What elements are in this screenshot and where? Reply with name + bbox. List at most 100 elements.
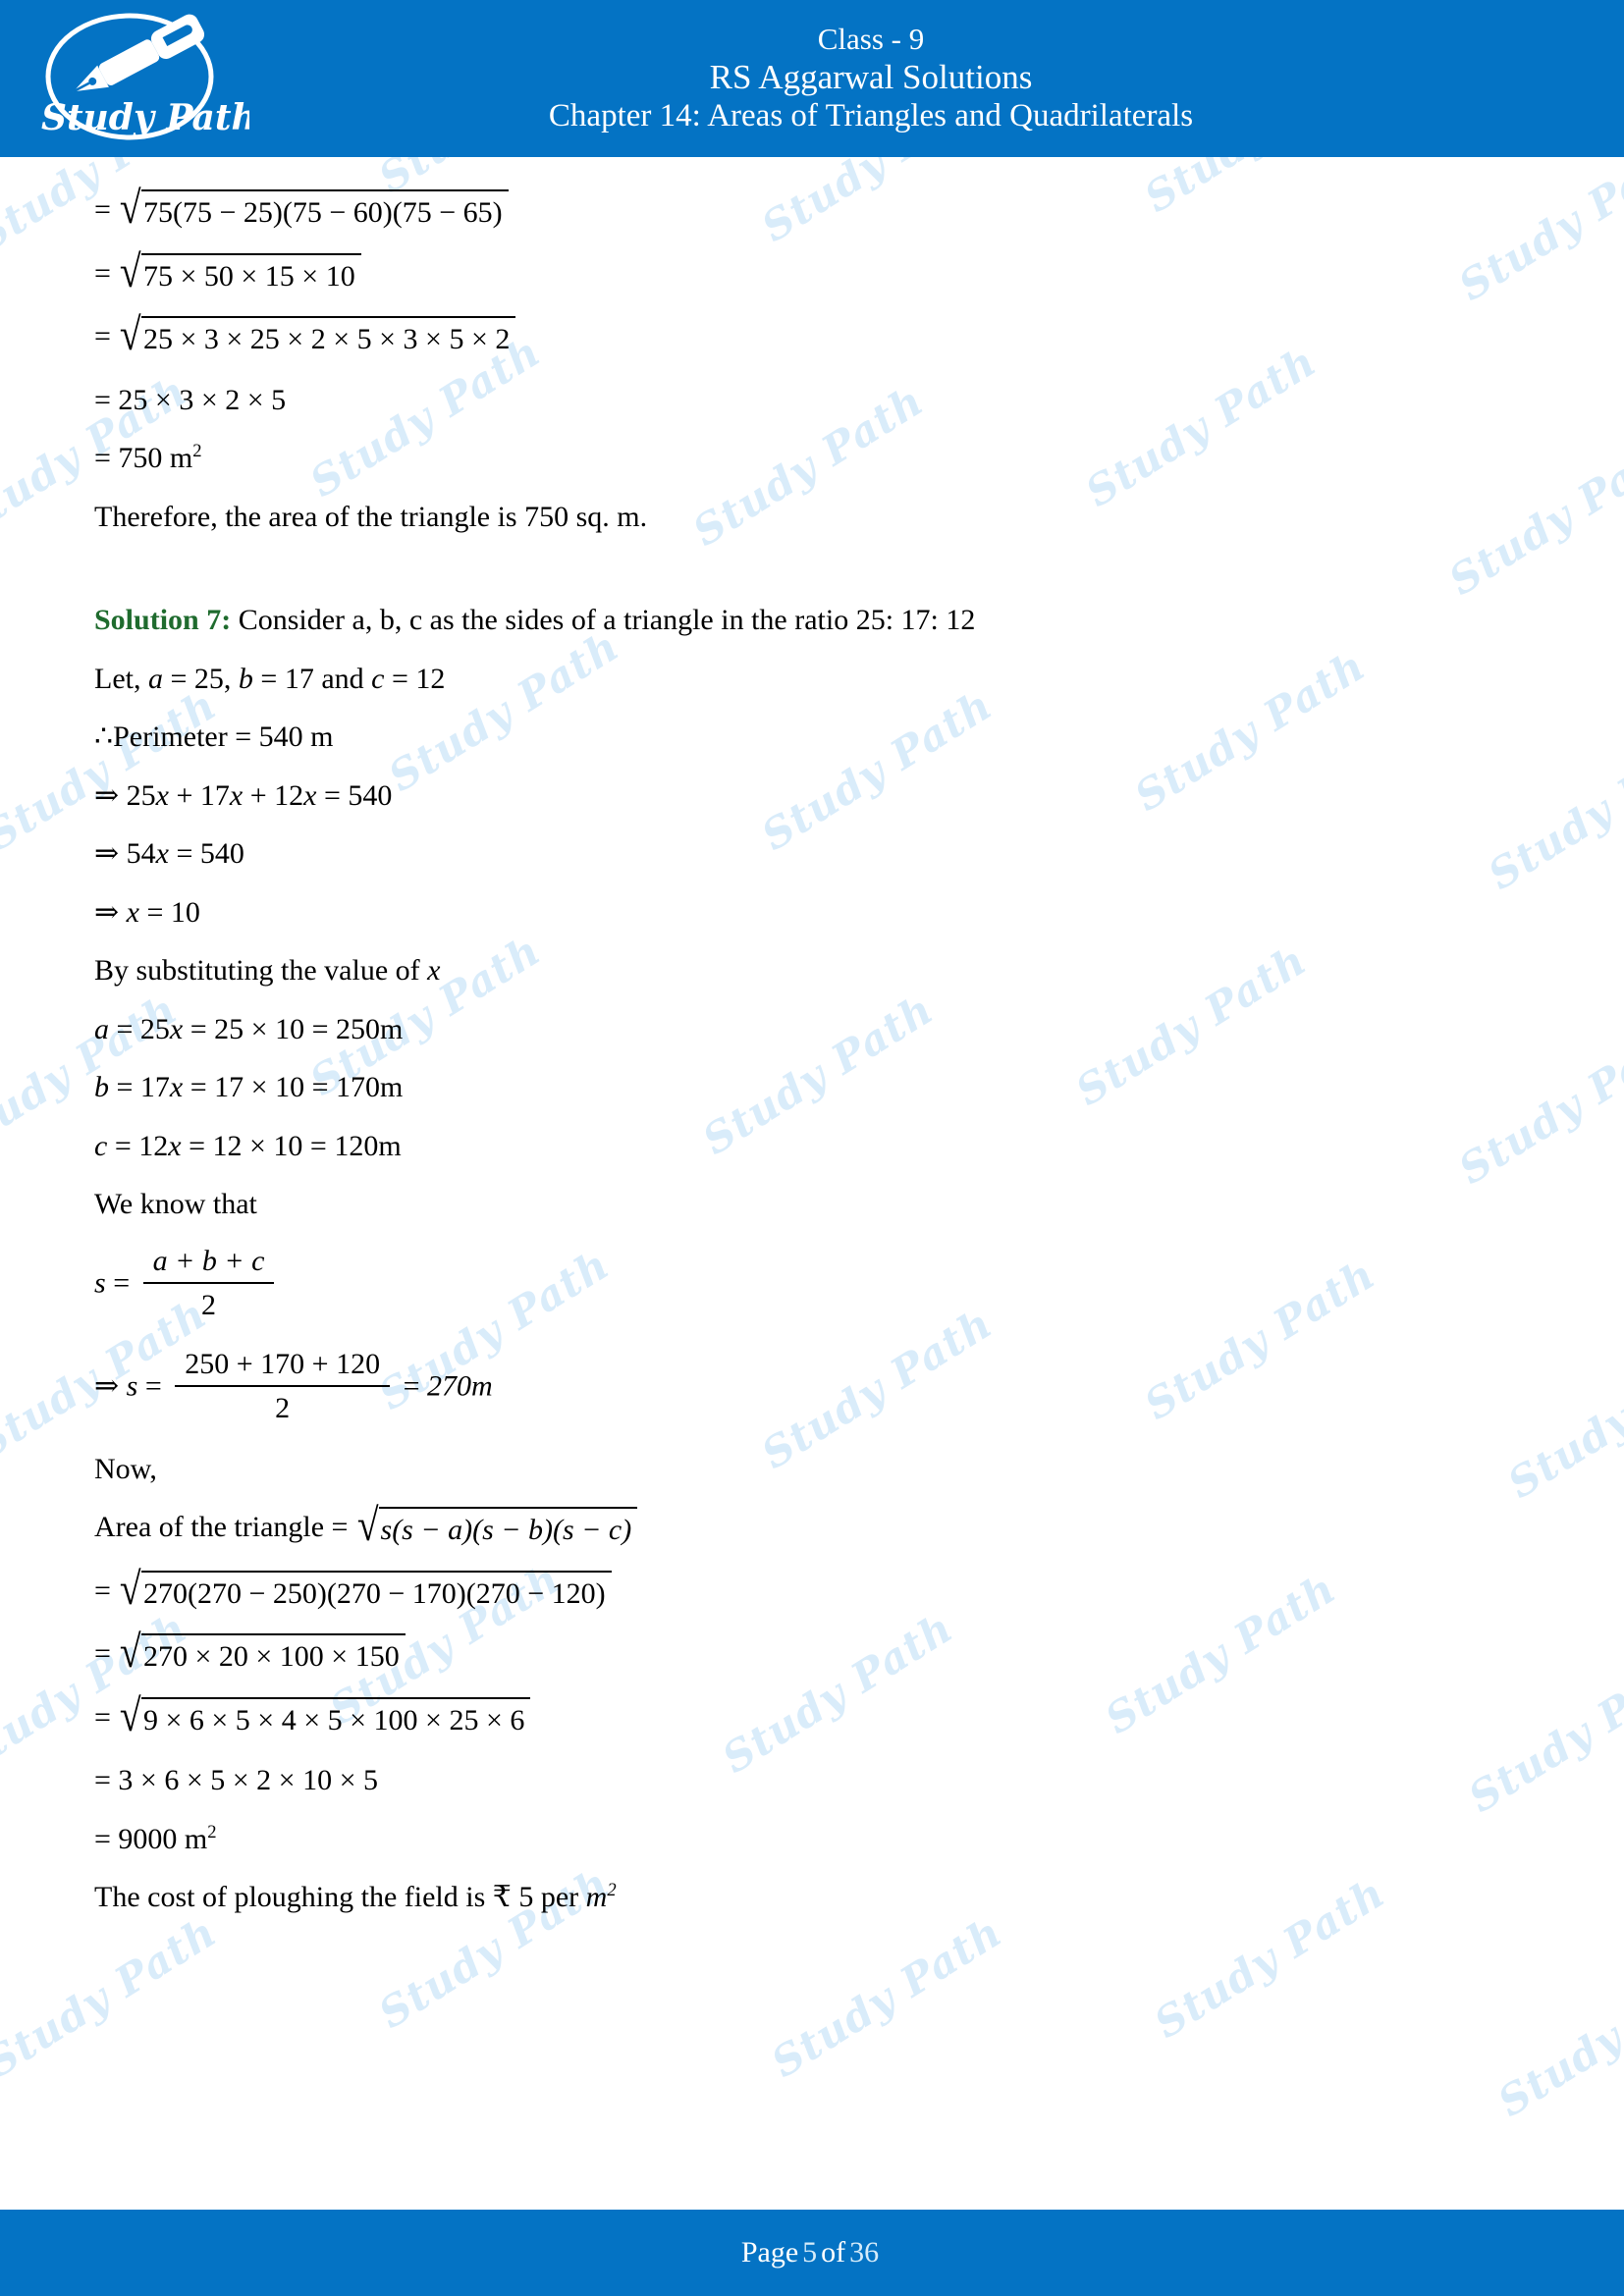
variable-x: x xyxy=(427,954,441,987)
cost-prefix: The cost of ploughing the field is ₹ 5 p… xyxy=(94,1881,586,1913)
logo-wordmark: Study Path xyxy=(41,97,249,138)
result: = 540 xyxy=(168,837,244,870)
side-b-line: b = 17x = 17 × 10 = 170m xyxy=(94,1058,1536,1117)
equation-line: ⇒ 25x + 17x + 12x = 540 xyxy=(94,767,1536,826)
equals-sign: = xyxy=(94,1637,111,1671)
area-formula-line: Area of the triangle = √ s(s − a)(s − b)(… xyxy=(94,1498,1536,1562)
equals-sign: = xyxy=(396,1368,428,1402)
let-prefix: Let, xyxy=(94,662,148,695)
equation-line: = √ 75 × 50 × 15 × 10 xyxy=(94,244,1536,308)
equals-sign: = xyxy=(94,193,111,227)
area-formula-label: Area of the triangle = xyxy=(94,1511,355,1544)
variable-a: a xyxy=(147,662,163,695)
equals-sign: = xyxy=(105,1265,137,1299)
equation-line: = √ 75(75 − 25)(75 − 60)(75 − 65) xyxy=(94,181,1536,244)
solution-label: Solution 7: xyxy=(94,604,232,636)
result: = 17 × 10 = 170m xyxy=(183,1071,404,1103)
result: = 10 xyxy=(138,895,200,929)
exponent: 2 xyxy=(192,441,202,461)
square-root-icon: √ 270(270 − 250)(270 − 170)(270 − 120) xyxy=(118,1567,612,1613)
perimeter-line: ∴Perimeter = 540 m xyxy=(94,721,334,753)
variable-x: x xyxy=(169,1012,184,1045)
fraction-numerator: a + b + c xyxy=(152,1244,265,1277)
value-c: = 12 xyxy=(384,662,446,695)
header-title-group: Class - 9 RS Aggarwal Solutions Chapter … xyxy=(265,22,1624,136)
page-footer: Page 5 of 36 xyxy=(0,2210,1624,2296)
equation-line: = 9000 m2 xyxy=(94,1810,1536,1869)
fraction: 250 + 170 + 120 2 xyxy=(175,1346,391,1427)
book-title: RS Aggarwal Solutions xyxy=(709,58,1033,97)
operator: + xyxy=(243,778,275,812)
substitution-prefix: By substituting the value of xyxy=(94,954,428,987)
chapter-title: Chapter 14: Areas of Triangles and Quadr… xyxy=(548,98,1194,134)
footer-page-number: 5 xyxy=(802,2236,818,2269)
equation-line: = 750 m2 xyxy=(94,429,1536,488)
term: 25 xyxy=(126,778,156,812)
solution-intro: Consider a, b, c as the sides of a trian… xyxy=(231,604,976,636)
document-page: Study Path Study Path Study Path Study P… xyxy=(0,0,1624,2296)
radicand: 9 × 6 × 5 × 4 × 5 × 100 × 25 × 6 xyxy=(140,1696,531,1739)
semiperimeter-formula: s = a + b + c 2 xyxy=(94,1234,1536,1337)
equals-sign: = xyxy=(94,1700,111,1734)
class-title: Class - 9 xyxy=(817,21,925,56)
equation-line: = 3 × 6 × 5 × 2 × 10 × 5 xyxy=(94,1764,379,1796)
equals-sign: = xyxy=(94,1574,111,1607)
equation-line: ⇒ 54x = 540 xyxy=(94,825,1536,883)
term: = 17 xyxy=(109,1071,170,1103)
page-content: = √ 75(75 − 25)(75 − 60)(75 − 65) = √ 75 ×… xyxy=(0,157,1624,1927)
conclusion-text: Therefore, the area of the triangle is 7… xyxy=(94,500,648,533)
equation-line: = √ 9 × 6 × 5 × 4 × 5 × 100 × 25 × 6 xyxy=(94,1688,1536,1752)
implies-icon: ⇒ xyxy=(94,837,127,870)
square-root-icon: √ 270 × 20 × 100 × 150 xyxy=(118,1630,406,1676)
equals-sign: = xyxy=(137,1368,170,1402)
variable-b: b xyxy=(94,1071,109,1103)
exponent: 2 xyxy=(607,1880,617,1900)
variable-x: x xyxy=(168,1129,182,1162)
radicand: 270 × 20 × 100 × 150 xyxy=(140,1633,406,1676)
equation-line: = √ 270(270 − 250)(270 − 170)(270 − 120) xyxy=(94,1562,1536,1626)
result: = 540 xyxy=(316,778,393,812)
implies-icon: ⇒ xyxy=(94,778,127,812)
footer-of-word: of xyxy=(821,2236,846,2269)
area-value: = 9000 m xyxy=(94,1822,208,1855)
radicand: 75 × 50 × 15 × 10 xyxy=(140,252,361,295)
fraction-denominator: 2 xyxy=(142,1282,275,1324)
variable-b: b xyxy=(238,662,253,695)
site-logo[interactable]: Study Path xyxy=(0,0,265,157)
area-value: = 750 m xyxy=(94,442,193,474)
variable-x: x xyxy=(155,778,169,812)
equation-line: = √ 25 × 3 × 25 × 2 × 5 × 3 × 5 × 2 xyxy=(94,307,1536,371)
equation-line: ⇒ x = 10 xyxy=(94,883,1536,942)
result: = 12 × 10 = 120m xyxy=(181,1129,402,1162)
operator: + xyxy=(168,778,200,812)
variable-x: x xyxy=(303,778,317,812)
footer-page-word: Page xyxy=(740,2236,799,2269)
equals-sign: = xyxy=(94,320,111,353)
solution-heading: Solution 7: Consider a, b, c as the side… xyxy=(94,591,1536,650)
variable-s: s xyxy=(94,1265,106,1299)
radicand: s(s − a)(s − b)(s − c) xyxy=(378,1507,638,1549)
equation-line: = 25 × 3 × 2 × 5 xyxy=(94,383,287,416)
term: 17 xyxy=(199,778,230,812)
watermark-text: Study Path xyxy=(0,1907,226,2087)
radicand: 270(270 − 250)(270 − 170)(270 − 120) xyxy=(140,1570,612,1613)
term: 12 xyxy=(274,778,304,812)
square-root-icon: √ 9 × 6 × 5 × 4 × 5 × 100 × 25 × 6 xyxy=(118,1693,531,1739)
result: = 25 × 10 = 250m xyxy=(183,1012,404,1045)
we-know-text: We know that xyxy=(94,1188,257,1220)
unit-variable: m xyxy=(585,1881,608,1913)
variable-a: a xyxy=(94,1012,109,1045)
variable-x: x xyxy=(126,895,139,929)
value-a: = 25, xyxy=(162,662,239,695)
value-b: = 17 and xyxy=(252,662,372,695)
variable-s: s xyxy=(126,1368,138,1402)
page-header: Study Path Class - 9 RS Aggarwal Solutio… xyxy=(0,0,1624,157)
now-text: Now, xyxy=(94,1452,157,1485)
let-line: Let, a = 25, b = 17 and c = 12 xyxy=(94,650,1536,709)
equation-line: = √ 270 × 20 × 100 × 150 xyxy=(94,1625,1536,1688)
square-root-icon: √ 25 × 3 × 25 × 2 × 5 × 3 × 5 × 2 xyxy=(118,313,516,358)
fraction: a + b + c 2 xyxy=(142,1243,275,1324)
variable-x: x xyxy=(229,778,244,812)
semiperimeter-result: 270m xyxy=(427,1368,493,1402)
